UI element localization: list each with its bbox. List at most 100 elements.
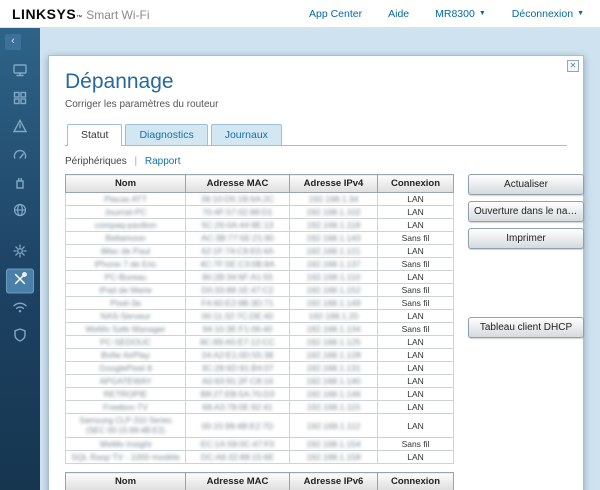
ipv6-table: Nom Adresse MAC Adresse IPv6 Connexion [65, 472, 454, 490]
cell-mac: 5C:26:0A:44:9E:13 [186, 219, 290, 232]
table-row: WeMo Safe Manager94:10:3E:F1:06:40192.16… [66, 323, 454, 336]
cell-ip: 192.168.1.134 [290, 323, 378, 336]
sidebar-item-settings[interactable] [0, 239, 40, 267]
cell-name: GooglePixel 8 [66, 362, 186, 375]
apps-grid-icon [12, 90, 28, 111]
cell-name: compaq-pavilion [66, 219, 186, 232]
print-button[interactable]: Imprimer [468, 228, 584, 249]
cell-mac: 94:10:3E:F1:06:40 [186, 323, 290, 336]
cell-name: WeMo Insight [66, 438, 186, 451]
cell-conn: LAN [378, 362, 454, 375]
cell-mac: 68:A3:78:0E:92:41 [186, 401, 290, 414]
cell-name: Boîte AirPlay [66, 349, 186, 362]
column-header-ipv6: Adresse IPv6 [290, 473, 378, 490]
table-row: iPad de MarieD0:33:88:1E:47:C2192.168.1.… [66, 284, 454, 297]
dhcp-client-table-button[interactable]: Tableau client DHCP [468, 317, 584, 338]
sidebar-item-connectivity[interactable] [0, 198, 40, 226]
cell-name: Pixel-3a [66, 297, 186, 310]
header-nav: App Center Aide MR8300▼ Déconnexion▼ [309, 8, 584, 20]
tab-statut[interactable]: Statut [67, 124, 122, 146]
cell-conn: LAN [378, 414, 454, 438]
page-subtitle: Corriger les paramètres du routeur [65, 99, 567, 110]
cell-mac: B8:27:EB:5A:70:D3 [186, 388, 290, 401]
cell-conn: Sans fil [378, 438, 454, 451]
tab-diagnostics[interactable]: Diagnostics [125, 124, 207, 145]
column-header-name: Nom [66, 175, 186, 193]
table-row: Samsung CLP-310 Series (SEC 00:15:99:4B:… [66, 414, 454, 438]
cell-ip: 192.168.1.131 [290, 362, 378, 375]
open-in-browser-button[interactable]: Ouverture dans le nav... [468, 201, 584, 222]
sidebar-item-network-map[interactable] [0, 58, 40, 86]
sidebar-item-troubleshooting[interactable] [0, 267, 40, 295]
sidebar-item-external-storage[interactable] [0, 170, 40, 198]
cell-ip: 192.168.1.154 [290, 438, 378, 451]
table-row: iMac de Paul62:1F:74:C9:E0:4A192.168.1.1… [66, 245, 454, 258]
cell-ip: 192.168.1.112 [290, 414, 378, 438]
device-table: Nom Adresse MAC Adresse IPv4 Connexion P… [65, 174, 454, 464]
table-row: PC-SEDOUC8C:89:A5:E7:12:CC192.168.1.125L… [66, 336, 454, 349]
cell-ip: 192.168.1.110 [290, 271, 378, 284]
cell-name: PC-SEDOUC [66, 336, 186, 349]
column-header-name: Nom [66, 473, 186, 490]
cell-name: PC-Bureau [66, 271, 186, 284]
collapse-sidebar-button[interactable]: ‹ [5, 34, 21, 50]
cell-ip: 192.168.1.125 [290, 336, 378, 349]
logo-text: LINKSYS [12, 6, 76, 22]
cell-mac: AC:3B:77:5E:21:90 [186, 232, 290, 245]
separator: | [135, 156, 138, 167]
content-row: Nom Adresse MAC Adresse IPv4 Connexion P… [65, 174, 567, 464]
shield-icon [12, 327, 28, 348]
table-row: SQL Rasp TV - 1000 modèleDC:A6:32:88:15:… [66, 451, 454, 464]
sidebar-item-security[interactable] [0, 323, 40, 351]
cell-conn: LAN [378, 245, 454, 258]
table-row: APGATEWAYA0:63:91:2F:C8:16192.168.1.140L… [66, 375, 454, 388]
tab-journaux[interactable]: Journaux [211, 124, 282, 145]
sidebar-item-wireless[interactable] [0, 295, 40, 323]
cell-mac: 70:4F:57:02:88:D1 [186, 206, 290, 219]
refresh-button[interactable]: Actualiser [468, 174, 584, 195]
sidebar-item-apps[interactable] [0, 86, 40, 114]
help-link[interactable]: Aide [388, 8, 409, 20]
table-row: GooglePixel 83C:28:6D:91:B4:07192.168.1.… [66, 362, 454, 375]
router-menu[interactable]: MR8300▼ [435, 8, 486, 20]
sidebar-item-parental-controls[interactable] [0, 114, 40, 142]
product-name: Smart Wi-Fi [86, 8, 149, 22]
network-map-icon [12, 62, 28, 83]
cell-conn: Sans fil [378, 258, 454, 271]
table-row: BellamoonAC:3B:77:5E:21:90192.168.1.143S… [66, 232, 454, 245]
cell-conn: LAN [378, 375, 454, 388]
devices-view-link[interactable]: Périphériques [65, 156, 127, 167]
cell-name: Placas ATT [66, 193, 186, 206]
chevron-down-icon: ▼ [479, 10, 486, 17]
logout-menu[interactable]: Déconnexion▼ [512, 8, 584, 20]
sidebar-item-media-prioritization[interactable] [0, 142, 40, 170]
close-icon[interactable]: ✕ [567, 60, 579, 72]
gauge-icon [12, 146, 28, 167]
column-header-ipv4: Adresse IPv4 [290, 175, 378, 193]
table-row: Placas ATT38:10:D5:1B:6A:2C192.168.1.34L… [66, 193, 454, 206]
app-center-link[interactable]: App Center [309, 8, 362, 20]
chevron-down-icon: ▼ [577, 10, 584, 17]
report-view-link[interactable]: Rapport [145, 156, 181, 167]
trademark-symbol: ™ [76, 15, 82, 21]
cell-conn: Sans fil [378, 323, 454, 336]
table-row: NAS-Serveur00:11:32:7C:DE:40192.168.1.20… [66, 310, 454, 323]
cell-ip: 192.168.1.152 [290, 284, 378, 297]
cell-mac: 00:11:32:7C:DE:40 [186, 310, 290, 323]
gear-icon [12, 243, 28, 264]
cell-conn: LAN [378, 401, 454, 414]
cell-mac: 38:10:D5:1B:6A:2C [186, 193, 290, 206]
cell-conn: LAN [378, 336, 454, 349]
app-header: LINKSYS™ Smart Wi-Fi App Center Aide MR8… [0, 0, 600, 28]
column-header-connection: Connexion [378, 473, 454, 490]
cell-mac: 8C:89:A5:E7:12:CC [186, 336, 290, 349]
cell-mac: D0:33:88:1E:47:C2 [186, 284, 290, 297]
cell-ip: 192.168.1.118 [290, 219, 378, 232]
table-row: compaq-pavilion5C:26:0A:44:9E:13192.168.… [66, 219, 454, 232]
cell-conn: LAN [378, 193, 454, 206]
cell-conn: LAN [378, 451, 454, 464]
table-row: Journal-PC70:4F:57:02:88:D1192.168.1.102… [66, 206, 454, 219]
cell-name: iMac de Paul [66, 245, 186, 258]
cell-conn: LAN [378, 271, 454, 284]
column-header-connection: Connexion [378, 175, 454, 193]
